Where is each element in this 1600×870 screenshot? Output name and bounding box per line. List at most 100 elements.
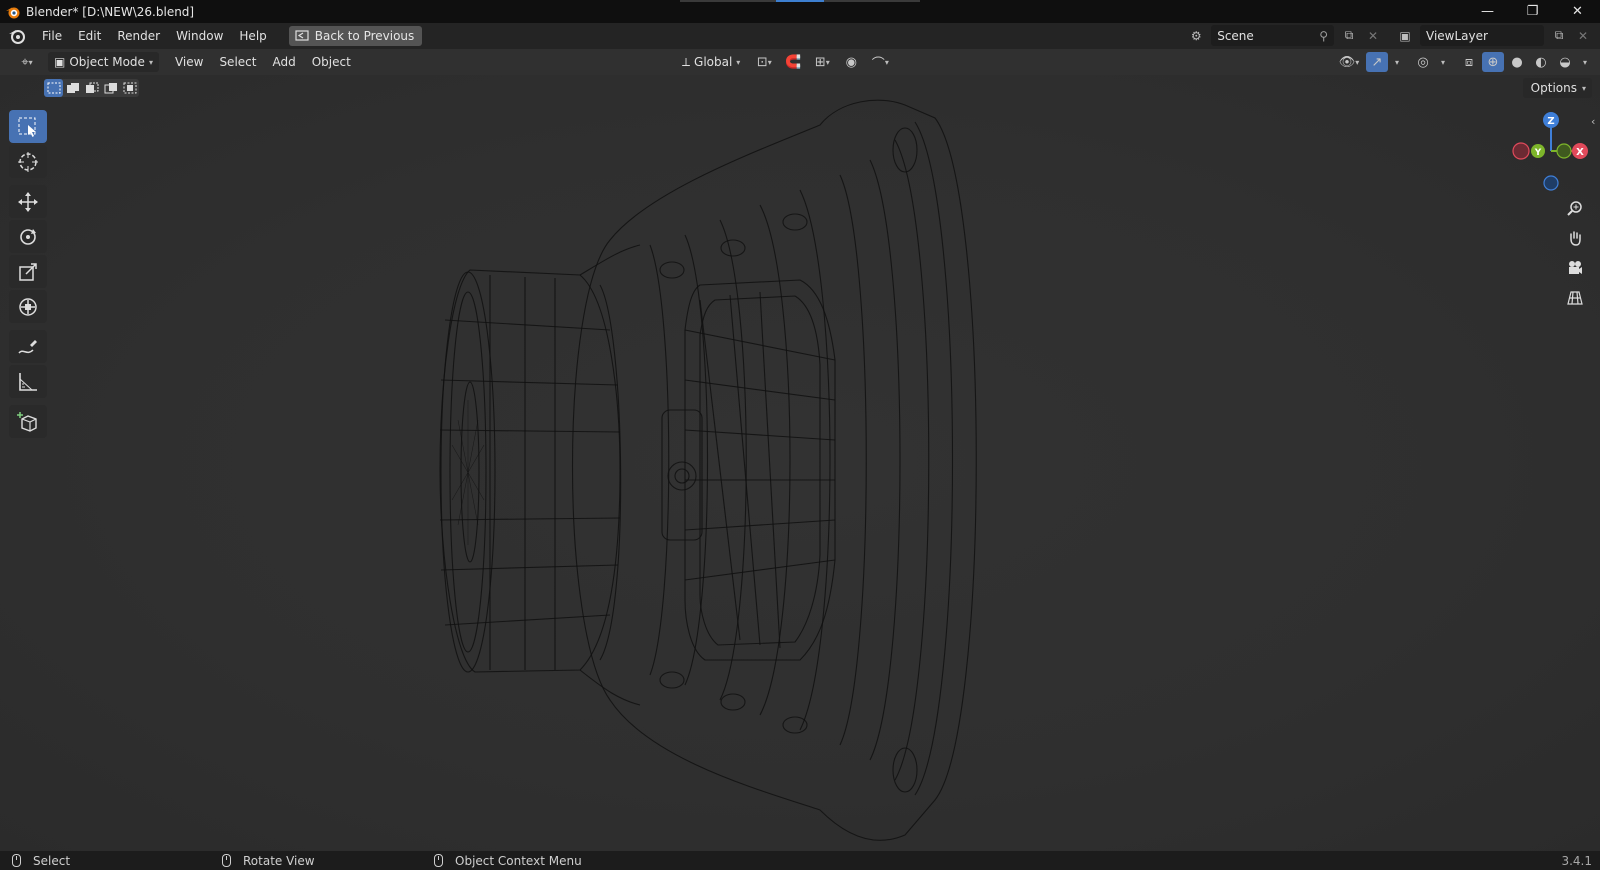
annotate-icon <box>18 339 37 354</box>
gizmo-neg-z-axis[interactable] <box>1543 175 1559 191</box>
proportional-editing-icon[interactable]: ◉ <box>840 52 862 72</box>
scene-selector[interactable]: Scene ⚲ <box>1211 25 1334 46</box>
chevron-down-icon: ▾ <box>736 57 741 67</box>
window-titlebar: Blender* [D:\NEW\26.blend] — ❐ ✕ <box>0 0 1600 23</box>
status-rotate-view: Rotate View <box>222 854 315 868</box>
measure-tool[interactable] <box>9 365 47 398</box>
perspective-toggle-icon[interactable] <box>1562 285 1588 311</box>
overlays-icon[interactable]: ◎ <box>1412 52 1434 72</box>
gizmo-neg-y-axis[interactable] <box>1556 143 1572 159</box>
visibility-icon[interactable]: 👁 ▾ <box>1334 52 1364 72</box>
gizmo-neg-x-axis[interactable] <box>1512 142 1530 160</box>
menu-window[interactable]: Window <box>168 29 231 43</box>
blender-menu-icon[interactable] <box>8 27 26 45</box>
select-extend-icon[interactable] <box>63 79 82 97</box>
render-layers-icon[interactable]: ▣ <box>1396 27 1414 45</box>
transform-tool[interactable] <box>9 290 47 323</box>
mouse-middle-icon <box>222 854 231 867</box>
menu-file[interactable]: File <box>34 29 70 43</box>
titlebar-accent <box>680 0 920 2</box>
wireframe-shading-icon[interactable]: ⊕ <box>1482 52 1504 72</box>
top-menubar: File Edit Render Window Help Back to Pre… <box>0 23 1600 49</box>
zoom-icon[interactable] <box>1562 195 1588 221</box>
speaker-wireframe-mesh[interactable] <box>0 75 1600 851</box>
maximize-button[interactable]: ❐ <box>1510 0 1555 23</box>
scene-icon[interactable]: ⚙ <box>1187 27 1205 45</box>
blender-logo-icon <box>6 7 20 18</box>
gizmo-dropdown-icon[interactable]: ▾ <box>1390 52 1404 72</box>
select-intersect-icon[interactable] <box>120 79 139 97</box>
menu-render[interactable]: Render <box>109 29 168 43</box>
sidebar-toggle-icon[interactable]: ‹ <box>1591 115 1595 128</box>
snap-icon[interactable]: 🧲 <box>782 52 804 72</box>
rotate-tool[interactable] <box>9 220 47 253</box>
move-tool[interactable] <box>9 185 47 218</box>
cursor-tool[interactable] <box>9 145 47 178</box>
viewport-menu-view[interactable]: View <box>167 55 211 69</box>
gizmo-toggle-icon[interactable]: ↗ <box>1366 52 1388 72</box>
snap-increment-icon[interactable]: ⊞ ▾ <box>808 52 836 72</box>
material-preview-icon[interactable]: ◐ <box>1530 52 1552 72</box>
xray-toggle-icon[interactable]: ⧈ <box>1458 52 1480 72</box>
viewport-header: ⌖ ▾ ▣ Object Mode ▾ View Select Add Objec… <box>0 49 1600 75</box>
viewport-menu-select[interactable]: Select <box>211 55 264 69</box>
select-box-tool[interactable] <box>9 110 47 143</box>
scale-tool[interactable] <box>9 255 47 288</box>
solid-shading-icon[interactable]: ● <box>1506 52 1528 72</box>
svg-text:Z: Z <box>1547 116 1554 127</box>
shading-dropdown-icon[interactable]: ▾ <box>1578 52 1592 72</box>
status-context-menu-label: Object Context Menu <box>455 853 582 868</box>
select-subtract-icon[interactable] <box>82 79 101 97</box>
pivot-point-icon[interactable]: ⊡ ▾ <box>750 52 778 72</box>
delete-scene-icon[interactable]: ✕ <box>1364 27 1382 45</box>
status-select-label: Select <box>33 853 71 868</box>
options-dropdown[interactable]: Options ▾ <box>1522 78 1592 98</box>
view-layer-name: ViewLayer <box>1426 28 1488 43</box>
select-box-icon <box>18 117 36 137</box>
add-cube-tool[interactable] <box>9 405 47 438</box>
mode-selector[interactable]: ▣ Object Mode ▾ <box>48 52 159 72</box>
transform-orientation-selector[interactable]: ⟂ Global ▾ <box>676 52 747 72</box>
viewport-menu-add[interactable]: Add <box>264 55 303 69</box>
mode-label: Object Mode <box>69 55 145 69</box>
camera-view-icon[interactable] <box>1562 255 1588 281</box>
viewport-menu-object[interactable]: Object <box>304 55 359 69</box>
selection-mode-group <box>44 79 139 97</box>
chevron-down-icon: ▾ <box>148 57 153 67</box>
window-title: Blender* [D:\NEW\26.blend] <box>26 4 195 19</box>
close-window-button[interactable]: ✕ <box>1555 0 1600 23</box>
navigation-gizmo[interactable]: Z Y X <box>1508 108 1598 198</box>
screen-back-icon <box>295 30 309 41</box>
select-invert-icon[interactable] <box>101 79 120 97</box>
options-label: Options <box>1530 81 1577 95</box>
svg-text:Y: Y <box>1534 148 1542 158</box>
annotate-tool[interactable] <box>9 330 47 363</box>
back-to-previous-label: Back to Previous <box>314 29 415 43</box>
orientation-icon: ⟂ <box>682 54 691 69</box>
minimize-button[interactable]: — <box>1465 0 1510 23</box>
back-to-previous-button[interactable]: Back to Previous <box>288 26 423 46</box>
editor-type-icon[interactable]: ⌖ ▾ <box>12 52 42 72</box>
overlays-dropdown-icon[interactable]: ▾ <box>1436 52 1450 72</box>
menu-edit[interactable]: Edit <box>70 29 109 43</box>
move-icon <box>18 191 38 212</box>
orientation-label: Global <box>694 55 733 69</box>
view-layer-selector[interactable]: ViewLayer <box>1420 25 1544 46</box>
falloff-curve-icon[interactable]: ⌒ ▾ <box>866 52 894 72</box>
chevron-down-icon: ▾ <box>1581 83 1586 93</box>
status-select: Select <box>12 854 70 868</box>
scale-icon <box>19 262 37 281</box>
pin-icon[interactable]: ⚲ <box>1319 29 1328 43</box>
measure-icon <box>19 372 37 391</box>
blender-version: 3.4.1 <box>1561 853 1592 868</box>
select-new-icon[interactable] <box>44 79 63 97</box>
new-scene-icon[interactable]: ⧉ <box>1340 27 1358 45</box>
object-mode-icon: ▣ <box>54 55 66 69</box>
status-bar: Select Rotate View Object Context Menu 3… <box>0 851 1600 870</box>
delete-view-layer-icon[interactable]: ✕ <box>1574 27 1592 45</box>
new-view-layer-icon[interactable]: ⧉ <box>1550 27 1568 45</box>
menu-help[interactable]: Help <box>231 29 274 43</box>
pan-hand-icon[interactable] <box>1562 225 1588 251</box>
svg-text:X: X <box>1576 147 1584 158</box>
rendered-shading-icon[interactable]: ◒ <box>1554 52 1576 72</box>
